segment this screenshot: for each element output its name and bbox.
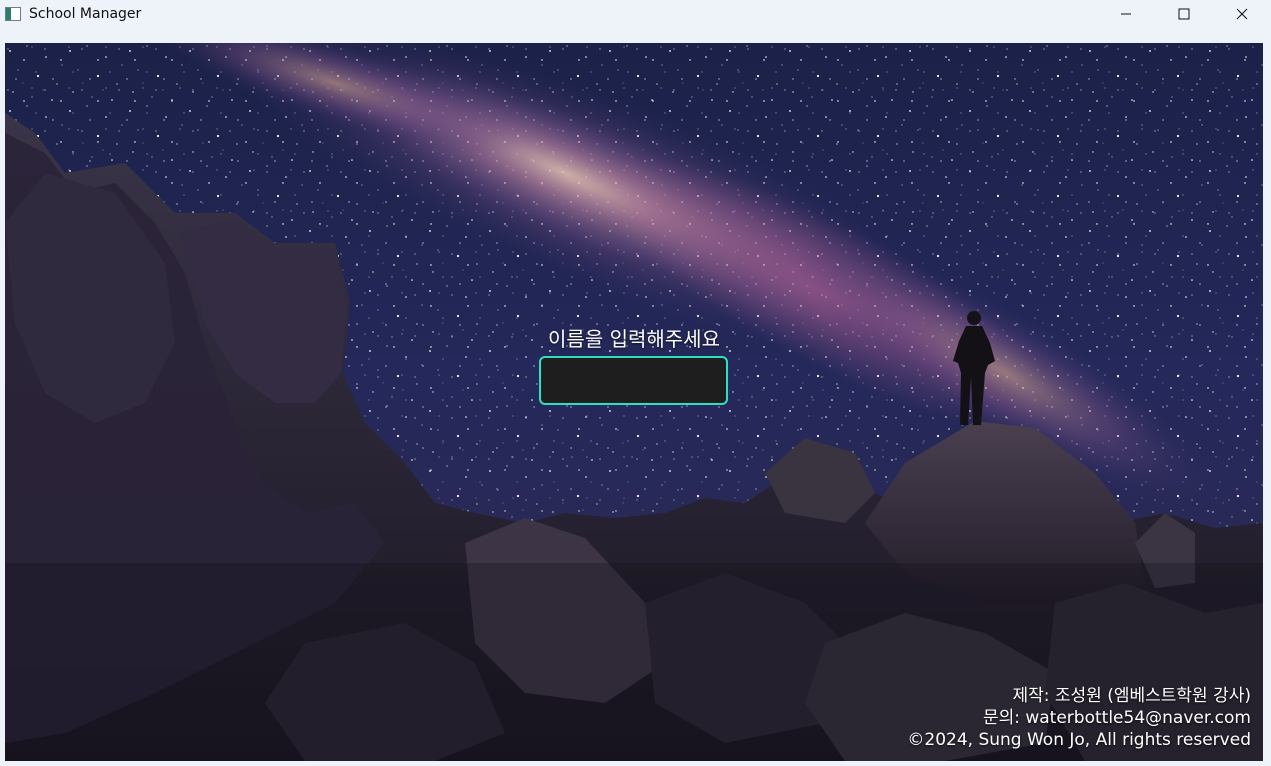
credits-author: 제작: 조성원 (엠베스트학원 강사) — [1012, 686, 1251, 706]
minimize-icon — [1121, 13, 1131, 15]
app-window-icon — [5, 7, 21, 21]
window-title: School Manager — [29, 6, 142, 22]
maximize-button[interactable] — [1155, 0, 1213, 28]
main-view: 이름을 입력해주세요 제작: 조성원 (엠베스트학원 강사) 문의: water… — [5, 43, 1263, 761]
close-button[interactable] — [1213, 0, 1271, 28]
credits-copyright: ©2024, Sung Won Jo, All rights reserved — [907, 730, 1251, 750]
title-bar[interactable]: School Manager — [0, 0, 1271, 28]
name-prompt-label: 이름을 입력해주세요 — [548, 327, 720, 351]
minimize-button[interactable] — [1097, 0, 1155, 28]
credits: 제작: 조성원 (엠베스트학원 강사) 문의: waterbottle54@na… — [907, 685, 1251, 751]
maximize-icon — [1178, 8, 1190, 20]
app-window: School Manager 이름을 입력해주세요 제작: 조성원 (엠베스트학… — [0, 0, 1271, 766]
credits-contact: 문의: waterbottle54@naver.com — [982, 708, 1251, 728]
name-input[interactable] — [539, 356, 728, 405]
close-icon — [1236, 8, 1248, 20]
window-controls — [1097, 0, 1271, 28]
